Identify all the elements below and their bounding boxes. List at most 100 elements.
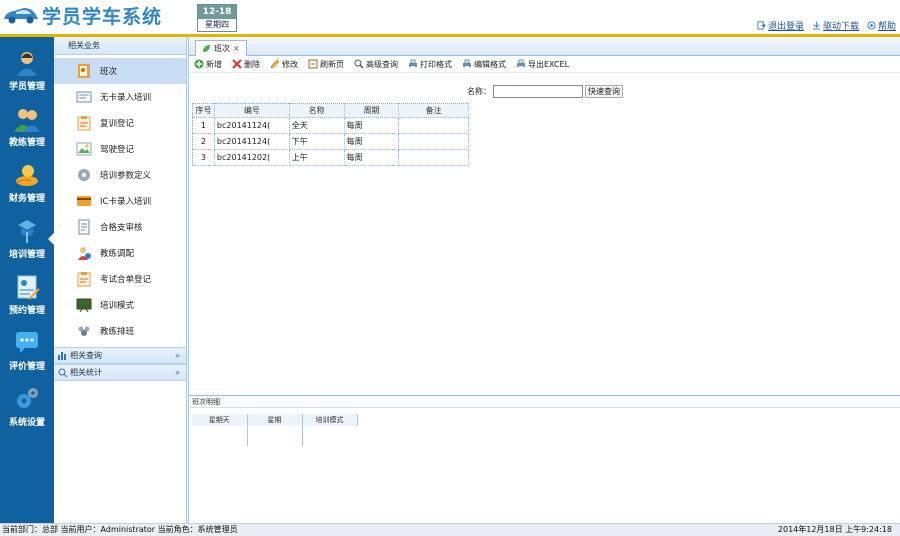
- sub-item-coach-schedule[interactable]: 教练排班: [54, 318, 186, 344]
- delete-button[interactable]: 删除: [232, 59, 260, 70]
- add-button[interactable]: 新增: [194, 59, 222, 70]
- training-icon: [18, 220, 36, 243]
- ic-card-icon: [77, 196, 91, 206]
- detail-header-row: 星期天 星期 培训模式: [192, 414, 358, 426]
- help-link[interactable]: 帮助: [867, 19, 896, 32]
- sub-item-training-params[interactable]: 培训参数定义: [54, 162, 186, 188]
- nav-coach-management[interactable]: 教练管理: [0, 99, 54, 153]
- nav-evaluation-management[interactable]: 评价管理: [0, 323, 54, 377]
- advanced-search-button[interactable]: 高级查询: [354, 59, 398, 70]
- tab-shift[interactable]: 班次 ×: [195, 40, 247, 56]
- book-icon: [78, 64, 90, 78]
- sub-item-no-card-training[interactable]: 无卡录入培训: [54, 84, 186, 110]
- table-row[interactable]: 2 bc20141124( 下午 每周: [192, 133, 469, 150]
- column-header[interactable]: 序号: [192, 103, 215, 118]
- cell-remark: [398, 133, 469, 150]
- advanced-search-label: 高级查询: [366, 59, 398, 69]
- booking-icon: [17, 275, 40, 300]
- column-header[interactable]: 周期: [344, 103, 400, 118]
- status-bar: 当前部门：总部 当前用户：Administrator 当前角色：系统管理员 20…: [0, 523, 900, 536]
- cell-code: bc20141124(: [214, 133, 290, 150]
- status-user-info: 当前部门：总部 当前用户：Administrator 当前角色：系统管理员: [2, 525, 238, 534]
- sub-item-label: 合格支审核: [100, 223, 143, 233]
- search-row: 名称： 快速查询: [467, 85, 623, 98]
- detail-panel: 班次明细 星期天 星期 培训模式: [189, 395, 900, 523]
- help-label: 帮助: [877, 22, 896, 32]
- top-links: 退出登录 驱动下载 帮助: [757, 19, 896, 32]
- cell-period: 每周: [344, 133, 400, 150]
- sub-item-exam-registration[interactable]: 考试合单登记: [54, 266, 186, 292]
- cell-no: 2: [192, 133, 215, 150]
- refresh-button[interactable]: 刷新页: [308, 59, 344, 70]
- clipboard-icon: [77, 116, 91, 131]
- app-title: 学员学车系统: [42, 6, 163, 28]
- sub-item-qualification-review[interactable]: 合格支审核: [54, 214, 186, 240]
- settings-icon: [17, 388, 38, 408]
- accordion-related-query[interactable]: 相关查询 »: [54, 347, 186, 364]
- car-logo-icon: [4, 8, 38, 24]
- sub-item-coach-allocation[interactable]: 教练调配: [54, 240, 186, 266]
- printer-icon: [517, 59, 525, 68]
- print-format-label: 打印格式: [420, 59, 452, 69]
- main-content: 班次 × 新增 删除 修改 刷新页 高级查询 打印格式 编辑格式 导出EXCEL…: [188, 37, 900, 523]
- nav-finance-management[interactable]: 财务管理: [0, 155, 54, 209]
- detail-column-header[interactable]: 星期天: [192, 414, 248, 426]
- gear-icon: [78, 169, 90, 181]
- sub-item-label: 班次: [100, 67, 118, 77]
- nav-label: 培训管理: [8, 250, 45, 260]
- print-format-button[interactable]: 打印格式: [408, 59, 452, 70]
- quick-search-button[interactable]: 快速查询: [585, 85, 623, 98]
- sub-item-shift[interactable]: 班次: [54, 58, 186, 84]
- detail-panel-title: 班次明细: [189, 396, 900, 408]
- printer-icon: [463, 59, 471, 68]
- sub-item-label: 培训模式: [100, 301, 135, 311]
- nav-student-management[interactable]: 学员管理: [0, 43, 54, 97]
- export-excel-button[interactable]: 导出EXCEL: [516, 59, 569, 70]
- driver-download-link[interactable]: 驱动下载: [812, 19, 859, 32]
- nav-system-settings[interactable]: 系统设置: [0, 379, 54, 433]
- document-icon: [78, 219, 90, 235]
- cell-no: 3: [192, 149, 215, 166]
- column-header[interactable]: 备注: [398, 103, 469, 118]
- sub-item-training-mode[interactable]: 培训模式: [54, 292, 186, 318]
- bar-chart-icon: [58, 352, 66, 360]
- cell-period: 每周: [344, 117, 400, 134]
- sub-item-ic-card-training[interactable]: IC卡录入培训: [54, 188, 186, 214]
- coach-icon: [14, 109, 40, 132]
- edit-button[interactable]: 修改: [270, 59, 298, 70]
- sub-item-driving-registration[interactable]: 驾驶登记: [54, 136, 186, 162]
- cell-code: bc20141124(: [214, 117, 290, 134]
- chevron-down-icon: »: [175, 351, 180, 360]
- sub-item-label: IC卡录入培训: [100, 197, 151, 207]
- column-header[interactable]: 名称: [289, 103, 345, 118]
- clipboard-icon: [77, 272, 91, 287]
- sub-item-label: 驾驶登记: [100, 145, 135, 155]
- sub-item-retraining[interactable]: 复训登记: [54, 110, 186, 136]
- detail-column-header[interactable]: 培训模式: [302, 414, 358, 426]
- nav-booking-management[interactable]: 预约管理: [0, 267, 54, 321]
- edit-label: 修改: [282, 59, 298, 69]
- edit-format-button[interactable]: 编辑格式: [462, 59, 506, 70]
- delete-label: 删除: [244, 59, 260, 69]
- nav-label: 系统设置: [8, 418, 45, 428]
- add-icon: [194, 59, 204, 69]
- accordion-label: 相关查询: [70, 351, 102, 360]
- card-list-icon: [76, 91, 92, 103]
- detail-column-header[interactable]: 星期: [247, 414, 303, 426]
- tab-label: 班次: [214, 44, 230, 53]
- left-nav: 学员管理 教练管理 财务管理 培训管理 预约管理 评价管理 系统设置: [0, 37, 54, 523]
- logout-link[interactable]: 退出登录: [757, 19, 804, 32]
- name-search-input[interactable]: [493, 85, 583, 98]
- table-row[interactable]: 3 bc20141202( 上午 每周: [192, 149, 469, 166]
- add-label: 新增: [206, 59, 222, 69]
- cell-remark: [398, 117, 469, 134]
- download-icon: [812, 21, 821, 30]
- close-icon[interactable]: ×: [233, 44, 240, 53]
- shift-table: 序号 编号 名称 周期 备注 1 bc20141124( 全天 每周 2 bc2…: [192, 103, 469, 166]
- cell-code: bc20141202(: [214, 149, 290, 166]
- printer-icon: [409, 59, 417, 68]
- accordion-related-stats[interactable]: 相关统计 »: [54, 364, 186, 381]
- nav-training-management[interactable]: 培训管理: [0, 211, 54, 265]
- column-header[interactable]: 编号: [214, 103, 290, 118]
- table-row[interactable]: 1 bc20141124( 全天 每周: [192, 117, 469, 134]
